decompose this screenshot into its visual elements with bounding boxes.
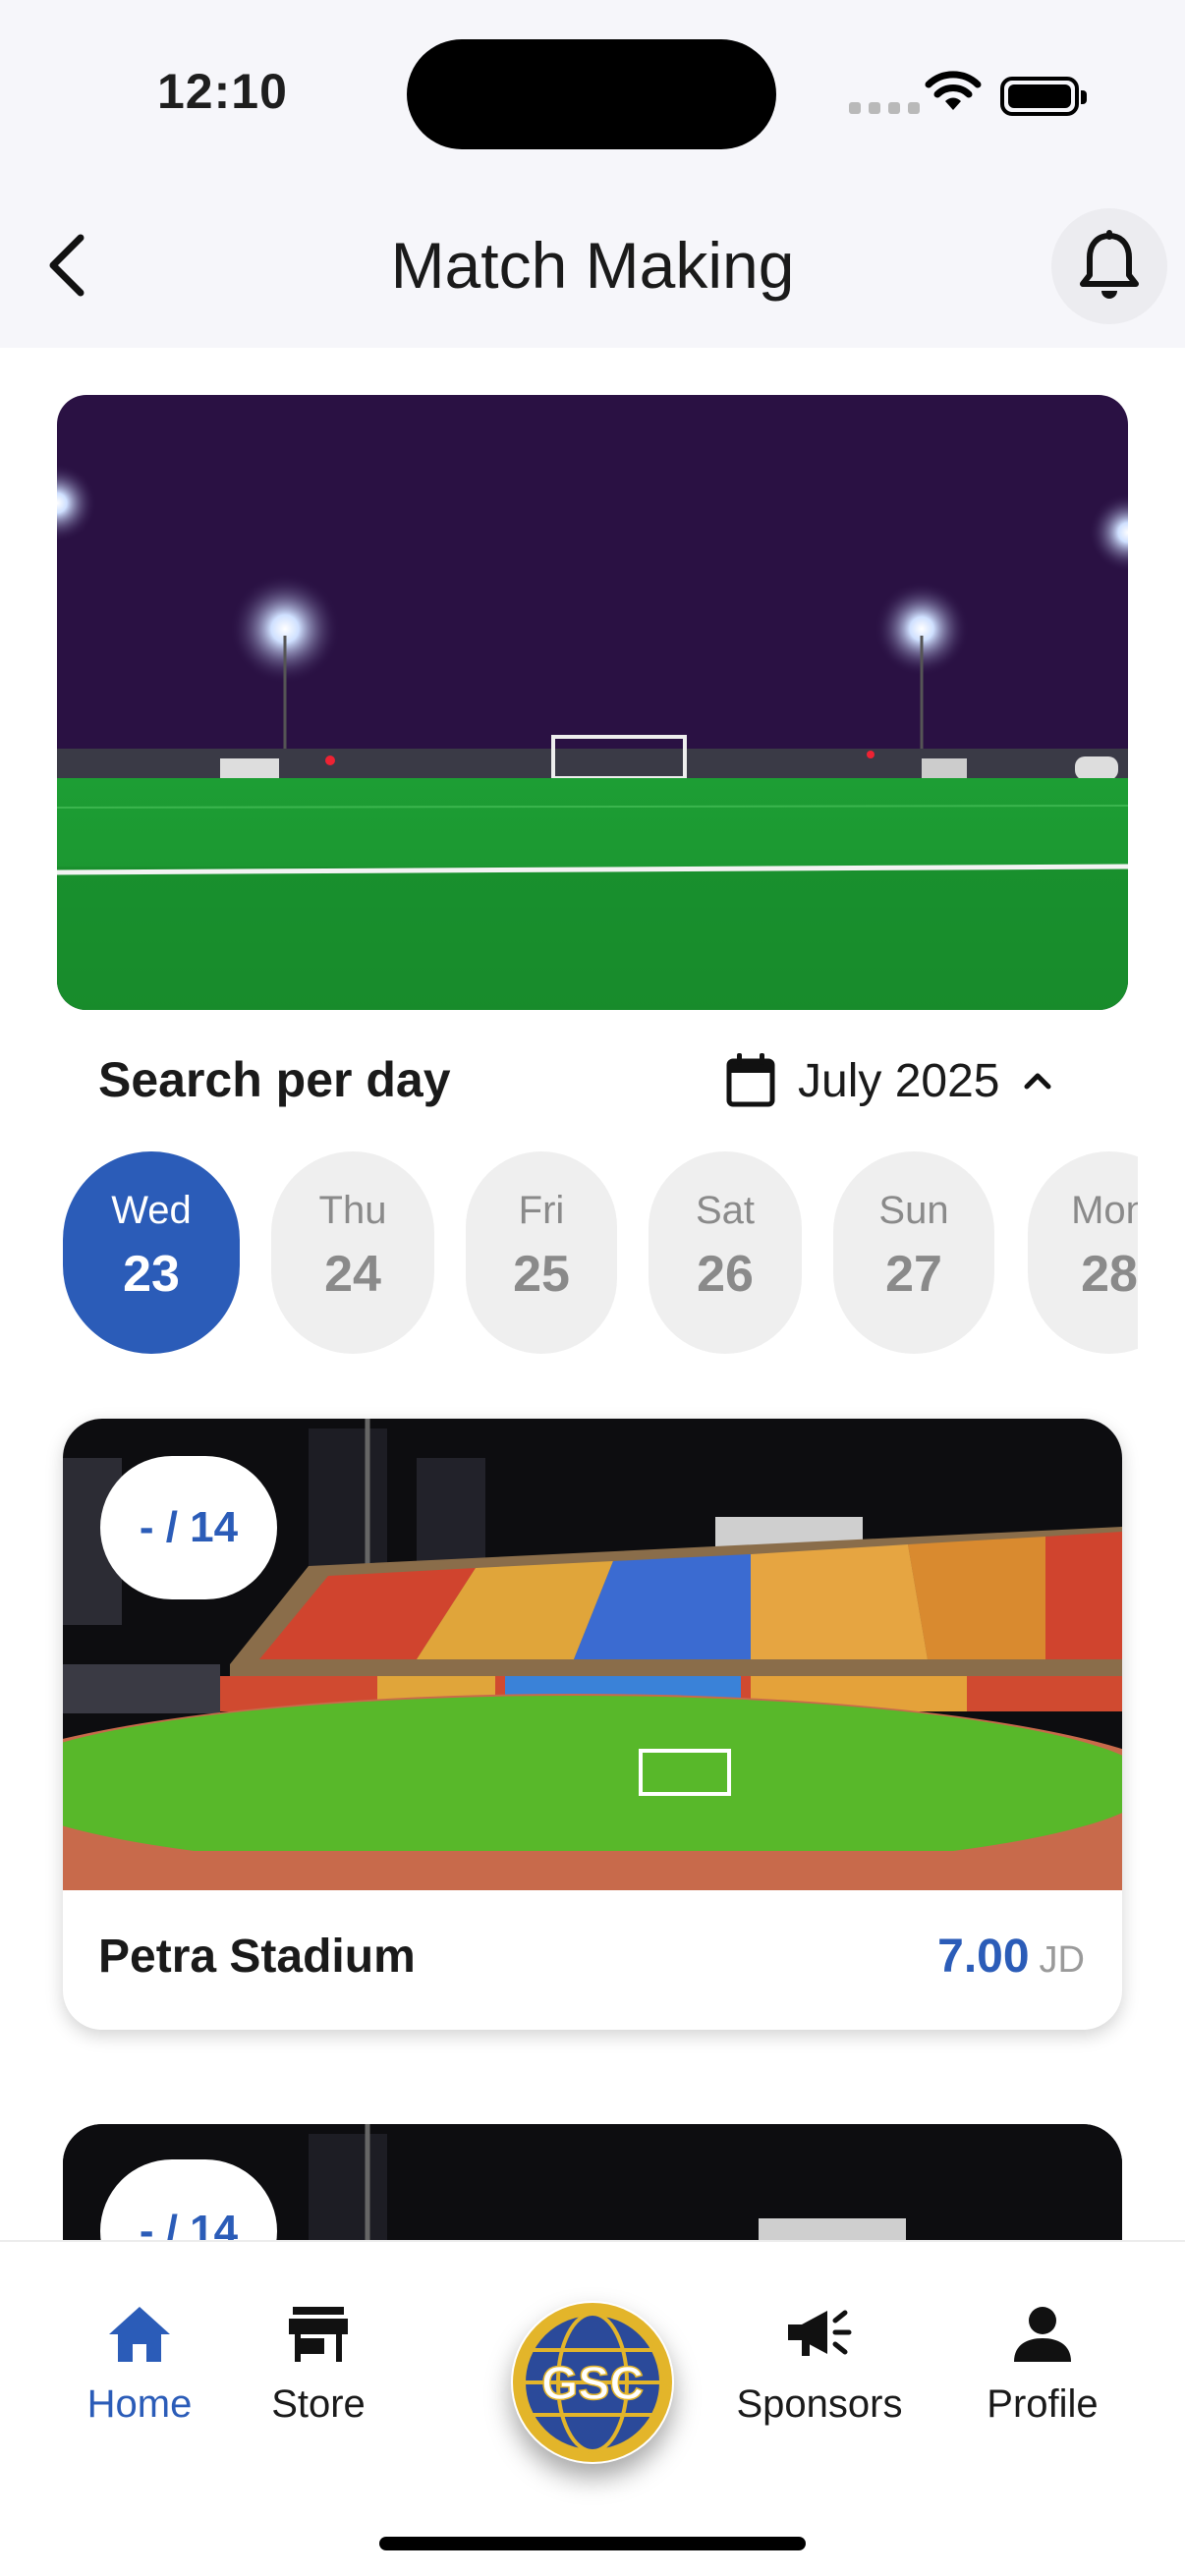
page-title: Match Making <box>390 229 795 302</box>
signal-icon <box>849 102 920 114</box>
store-icon <box>289 2307 348 2362</box>
nav-store-label: Store <box>271 2382 366 2426</box>
day-chip[interactable]: Wed 23 <box>63 1151 240 1354</box>
day-name: Thu <box>318 1189 387 1232</box>
price-currency: JD <box>1039 1939 1085 1981</box>
day-chip[interactable]: Mon 28 <box>1028 1151 1138 1354</box>
day-name: Mon <box>1071 1189 1138 1232</box>
nav-sponsors[interactable]: Sponsors <box>727 2305 912 2427</box>
day-chip[interactable]: Sun 27 <box>833 1151 994 1354</box>
nav-home[interactable]: Home <box>79 2305 200 2427</box>
price-value: 7.00 <box>937 1931 1030 1983</box>
status-time: 12:10 <box>157 64 288 119</box>
nav-profile-label: Profile <box>987 2382 1099 2426</box>
day-name: Wed <box>111 1189 192 1232</box>
wifi-icon <box>925 71 982 110</box>
venue-name: Petra Stadium <box>98 1931 416 1983</box>
megaphone-icon <box>788 2310 852 2356</box>
bell-icon <box>1080 230 1139 299</box>
day-number: 27 <box>885 1246 942 1303</box>
venue-price: 7.00 JD <box>937 1930 1085 1984</box>
day-name: Sun <box>878 1189 949 1232</box>
pitch-banner-image <box>57 395 1128 1010</box>
day-number: 23 <box>123 1246 180 1303</box>
header-area: 12:10 Match Making <box>0 0 1185 348</box>
gsc-logo-button[interactable]: GSC <box>511 2301 674 2464</box>
venue-card[interactable]: - / 14 Petra Stadium 7.00 JD <box>63 1419 1122 2030</box>
capacity-badge: - / 14 <box>100 1456 277 1599</box>
month-selector[interactable]: July 2025 <box>725 1053 1054 1108</box>
chevron-up-icon <box>1024 1073 1051 1090</box>
search-per-day-heading: Search per day <box>98 1052 451 1107</box>
notifications-button[interactable] <box>1051 208 1167 324</box>
day-chip[interactable]: Sat 26 <box>649 1151 802 1354</box>
battery-icon <box>1000 77 1087 116</box>
day-number: 24 <box>324 1246 381 1303</box>
dynamic-island <box>407 39 776 149</box>
home-icon <box>109 2307 170 2362</box>
nav-sponsors-label: Sponsors <box>736 2382 903 2426</box>
day-name: Sat <box>695 1189 756 1232</box>
logo-text: GSC <box>541 2358 644 2410</box>
day-picker: Wed 23 Thu 24 Fri 25 Sat 26 Sun 27 Mon 2… <box>63 1151 1138 1354</box>
nav-store[interactable]: Store <box>261 2305 375 2427</box>
day-chip[interactable]: Thu 24 <box>271 1151 434 1354</box>
home-indicator <box>379 2537 806 2550</box>
day-chip[interactable]: Fri 25 <box>466 1151 617 1354</box>
day-number: 26 <box>697 1246 754 1303</box>
nav-home-label: Home <box>86 2382 193 2426</box>
day-number: 25 <box>513 1246 570 1303</box>
person-icon <box>1014 2307 1071 2362</box>
bottom-nav: Home Store GSC Sponsors Profile <box>0 2240 1185 2576</box>
month-label: July 2025 <box>798 1054 1000 1107</box>
calendar-icon <box>726 1053 775 1107</box>
day-number: 28 <box>1081 1246 1138 1303</box>
nav-profile[interactable]: Profile <box>979 2305 1106 2427</box>
day-name: Fri <box>518 1189 565 1232</box>
